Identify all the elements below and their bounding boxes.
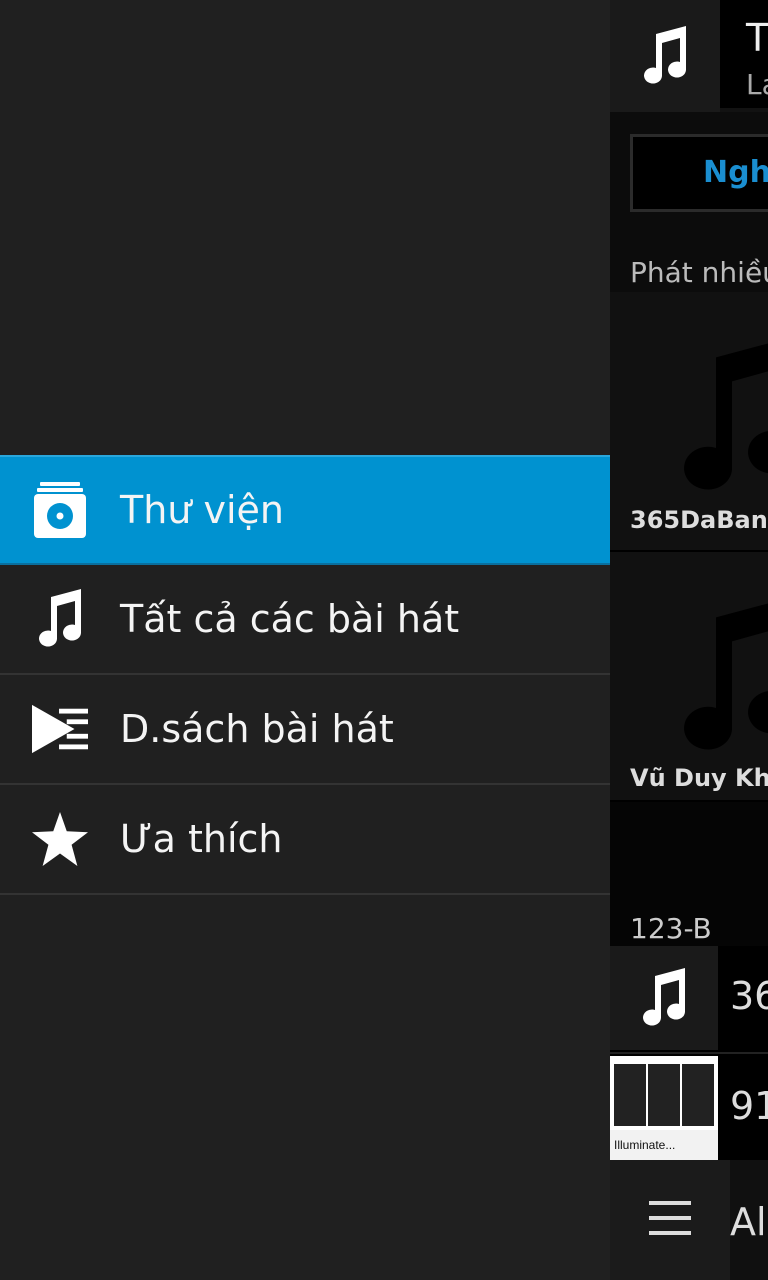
drawer-item-favorites[interactable]: Ưa thích <box>0 785 610 895</box>
album-tile[interactable]: 123-B <box>610 802 768 946</box>
drawer-item-label: D.sách bài hát <box>120 707 394 751</box>
list-item[interactable]: Illuminate... 91 <box>610 1056 768 1164</box>
drawer-item-playlists[interactable]: D.sách bài hát <box>0 675 610 785</box>
album-tile[interactable]: Vũ Duy Khá <box>610 552 768 800</box>
drawer-menu: Thư viện Tất cả các bài hát D.sách bài h… <box>0 455 610 895</box>
music-note-icon <box>32 589 88 647</box>
list-item-text: 36 <box>730 974 768 1018</box>
album-art-thumbnail: Illuminate... <box>610 1056 718 1160</box>
hamburger-icon <box>649 1201 691 1239</box>
music-note-icon <box>660 336 768 500</box>
playlist-icon <box>32 701 88 757</box>
section-header: Phát nhiều <box>630 256 768 289</box>
tab-listen[interactable]: Nghe <box>630 134 768 212</box>
drawer-item-label: Thư viện <box>120 488 284 532</box>
main-content: T La Nghe Phát nhiều 365DaBanc Vũ Duy Kh… <box>610 0 768 1280</box>
drawer-item-all-songs[interactable]: Tất cả các bài hát <box>0 565 610 675</box>
title-text-box: T La <box>720 0 768 108</box>
drawer-item-label: Tất cả các bài hát <box>120 597 460 641</box>
music-note-icon <box>660 596 768 760</box>
drawer-item-library[interactable]: Thư viện <box>0 455 610 565</box>
star-icon <box>32 811 88 867</box>
tile-label: 365DaBanc <box>630 506 768 534</box>
page-title: T <box>746 16 768 60</box>
tab-label: Nghe <box>703 155 768 190</box>
drawer-item-label: Ưa thích <box>120 817 283 861</box>
title-bar: T La <box>610 0 768 112</box>
album-art-caption: Illuminate... <box>610 1130 718 1160</box>
library-disc-icon <box>32 482 88 538</box>
bottom-bar-text: Al <box>730 1200 767 1244</box>
music-note-icon <box>610 946 718 1050</box>
app-music-icon <box>610 0 720 112</box>
menu-button[interactable] <box>610 1160 730 1280</box>
tile-label: Vũ Duy Khá <box>630 764 768 792</box>
tile-label: 123-B <box>630 912 712 945</box>
list-item[interactable]: 36 <box>610 946 768 1054</box>
tab-area: Nghe Phát nhiều <box>610 112 768 292</box>
navigation-drawer: Thư viện Tất cả các bài hát D.sách bài h… <box>0 0 610 1280</box>
list-item-text: 91 <box>730 1084 768 1128</box>
album-tile[interactable]: 365DaBanc <box>610 292 768 550</box>
bottom-bar: Al <box>610 1160 768 1280</box>
page-subtitle: La <box>746 68 768 101</box>
